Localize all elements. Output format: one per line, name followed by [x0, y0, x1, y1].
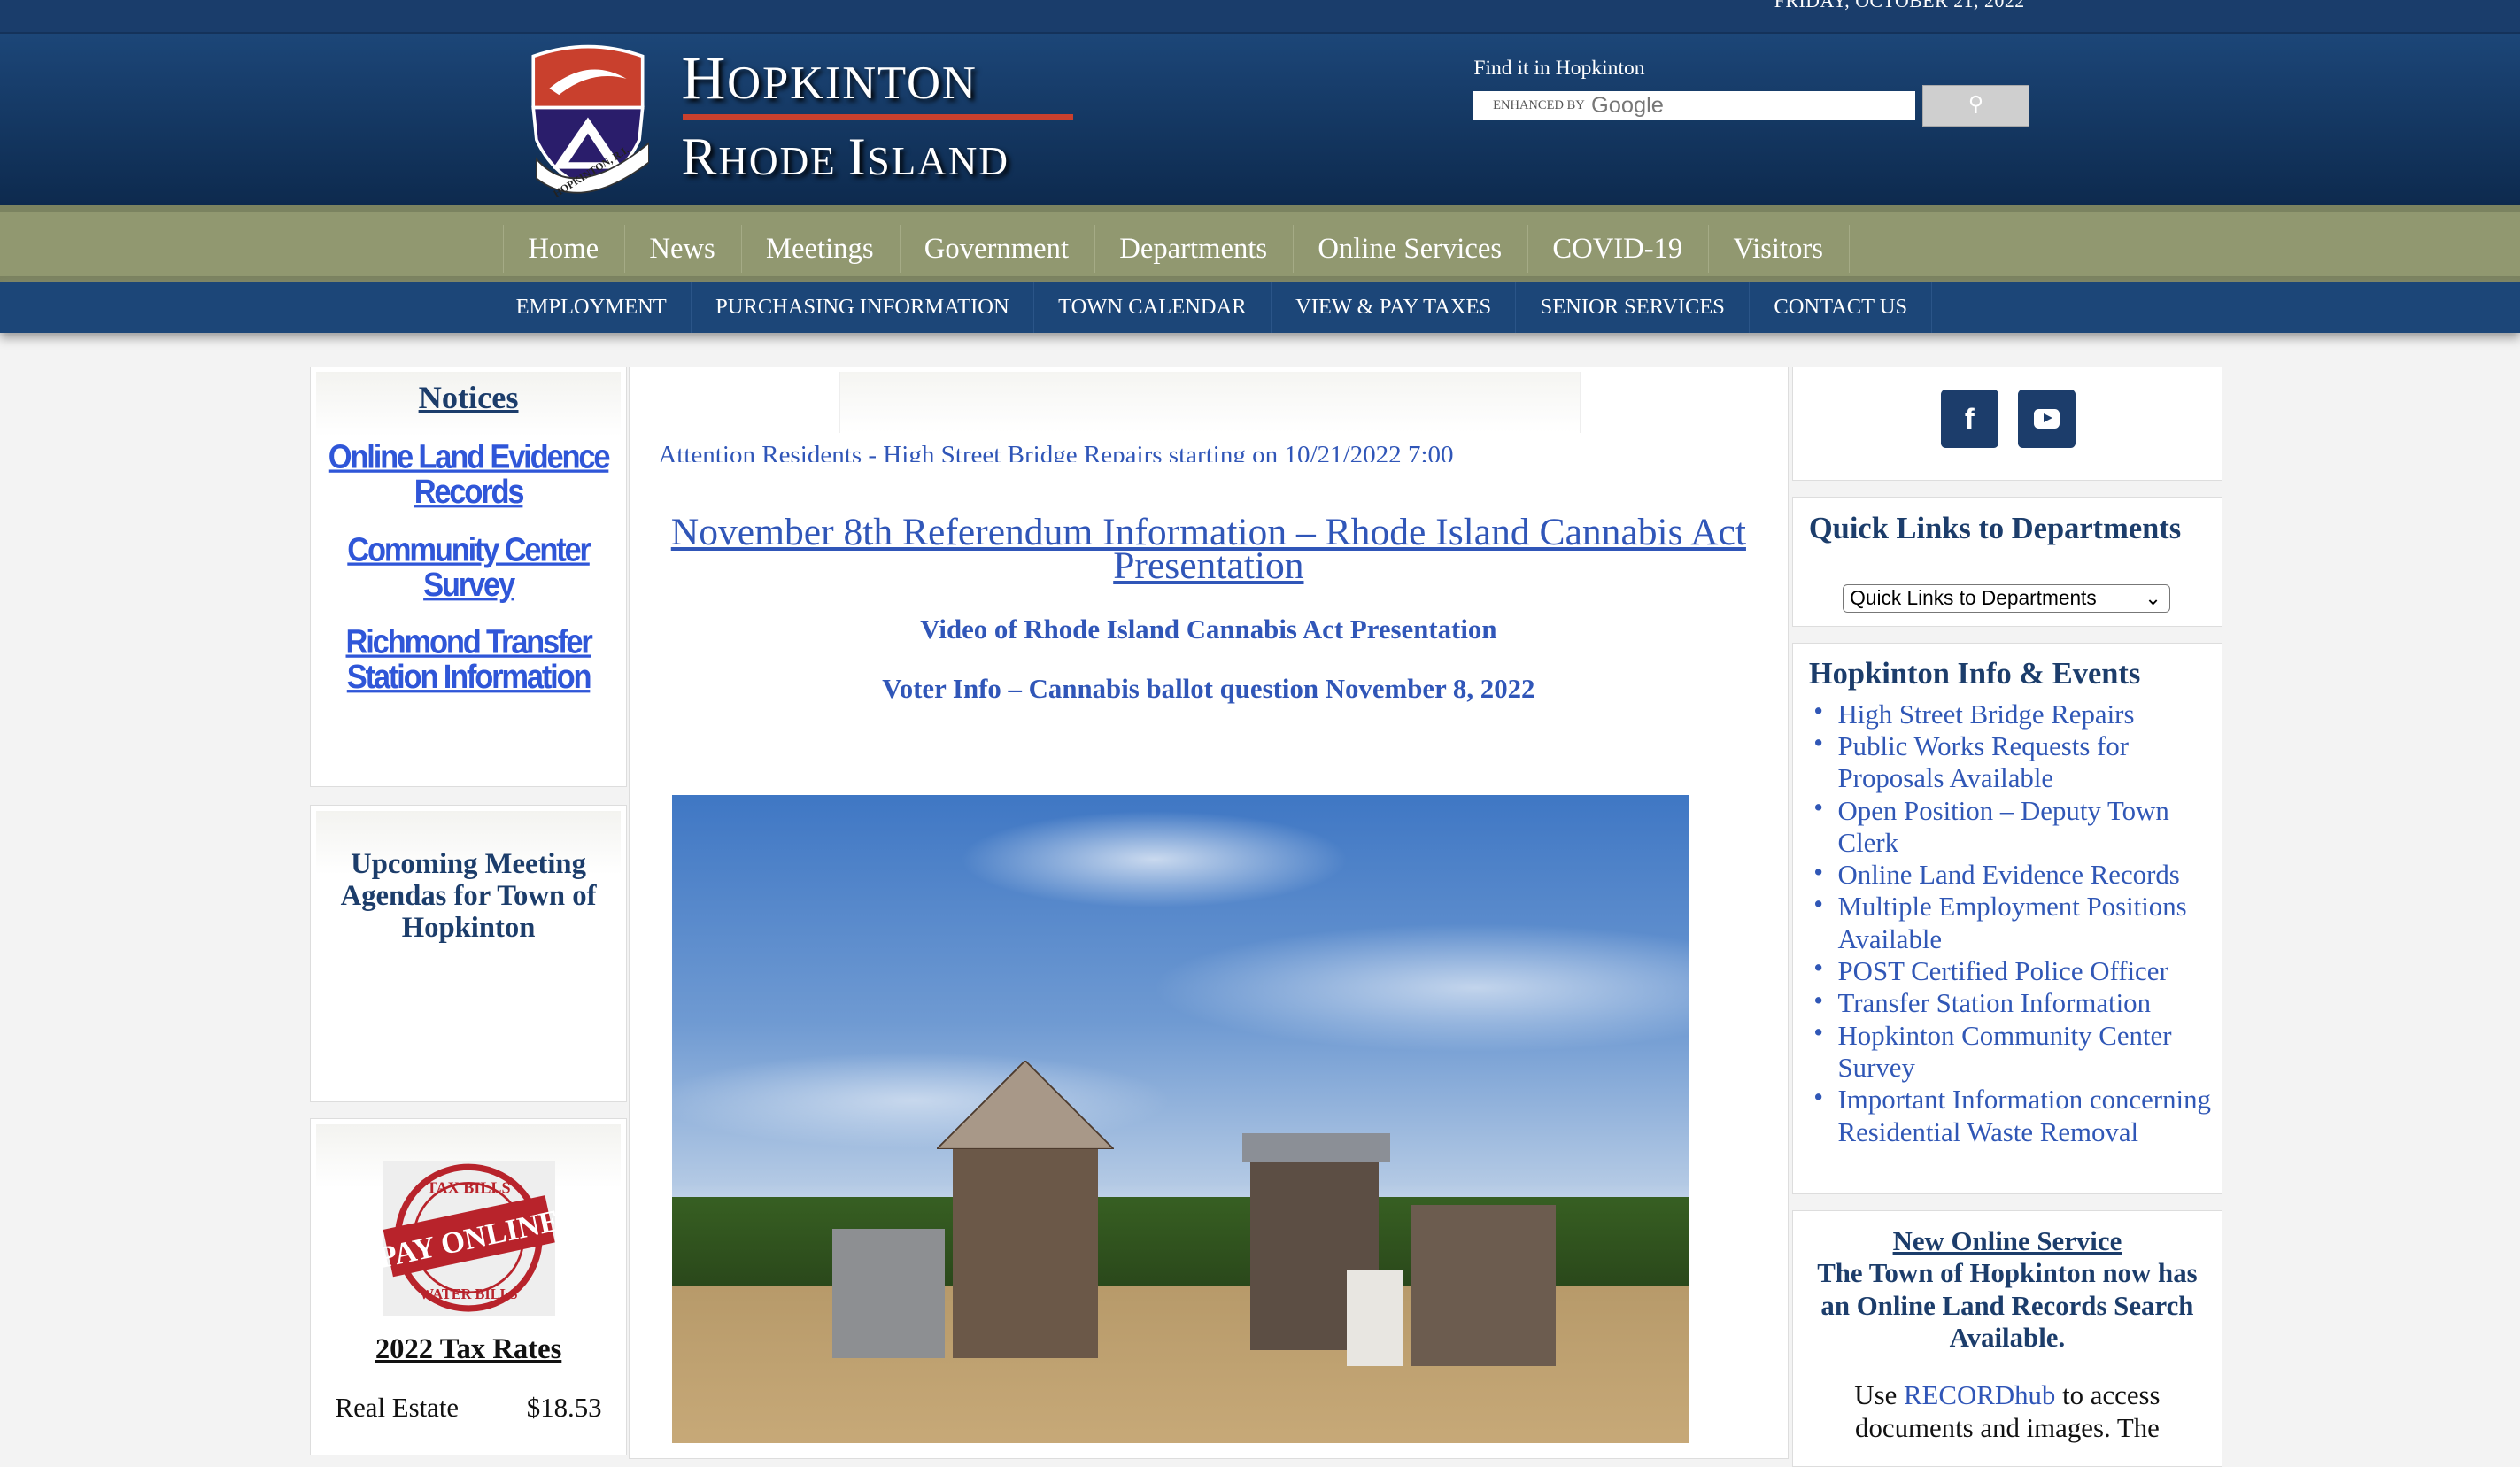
facebook-icon[interactable]: f	[1940, 390, 1999, 448]
info-event-link[interactable]: Public Works Requests for Proposals Avai…	[1811, 727, 2215, 795]
new-online-service-link[interactable]: New Online Service	[1809, 1225, 2206, 1257]
info-events-title: Hopkinton Info & Events	[1808, 656, 2141, 691]
tax-rates-title[interactable]: 2022 Tax Rates	[311, 1333, 626, 1366]
svg-text:WATER BILLS: WATER BILLS	[420, 1286, 518, 1303]
info-event-link[interactable]: Transfer Station Information	[1811, 984, 2215, 1019]
notice-link[interactable]: Community Center Survey	[321, 533, 616, 604]
nav-item-meetings[interactable]: Meetings	[740, 224, 900, 274]
tax-box: PAY ONLINE TAX BILLS WATER BILLS 2022 Ta…	[310, 1118, 627, 1456]
info-event-link[interactable]: Online Land Evidence Records	[1811, 856, 2215, 891]
notices-box: Notices Online Land Evidence Records Com…	[310, 366, 627, 788]
social-box: f	[1791, 366, 2223, 481]
service-text: Use RECORDhub to access documents and im…	[1854, 1380, 2161, 1443]
info-event-link[interactable]: Open Position – Deputy Town Clerk	[1811, 791, 2215, 860]
site-title-line1[interactable]: HOPKINTON	[682, 43, 978, 113]
chevron-down-icon: ⌄	[2145, 585, 2162, 609]
notices-title[interactable]: Notices	[419, 380, 519, 415]
search-button[interactable]: ⚲	[1921, 85, 2030, 127]
youtube-icon[interactable]	[2017, 390, 2076, 448]
sub-nav: EMPLOYMENT PURCHASING INFORMATION TOWN CAL…	[0, 282, 2520, 333]
nav-item-departments[interactable]: Departments	[1094, 224, 1293, 274]
site-title-line2[interactable]: RHODE ISLAND	[682, 127, 1009, 188]
quick-links-select[interactable]: Quick Links to Departments ⌄	[1842, 583, 2171, 614]
nav-item-covid-19[interactable]: COVID-19	[1527, 224, 1708, 274]
voter-info-link[interactable]: Voter Info – Cannabis ballot question No…	[630, 674, 1788, 705]
search-label: Find it in Hopkinton	[1473, 56, 1645, 80]
info-event-link[interactable]: Important Information concerning Residen…	[1811, 1081, 2215, 1148]
meeting-agendas-link[interactable]: Upcoming Meeting Agendas for Town of Hop…	[327, 848, 609, 945]
town-crest-logo[interactable]: HOPKINTON, R.I.	[527, 43, 650, 197]
info-event-link[interactable]: Multiple Employment Positions Available	[1811, 888, 2215, 955]
site-header: HOPKINTON, R.I. HOPKINTON RHODE ISLAND F…	[0, 34, 2520, 206]
subnav-item-contact-us[interactable]: CONTACT US	[1750, 282, 1933, 333]
search-icon: ⚲	[1967, 93, 1984, 117]
current-date: FRIDAY, OCTOBER 21, 2022	[1774, 0, 2025, 12]
quick-links-title: Quick Links to Departments	[1808, 512, 2182, 546]
info-event-link[interactable]: Hopkinton Community Center Survey	[1811, 1016, 2215, 1085]
nav-item-government[interactable]: Government	[899, 224, 1094, 274]
video-link[interactable]: Video of Rhode Island Cannabis Act Prese…	[630, 614, 1788, 645]
recordhub-link[interactable]: RECORDhub	[1904, 1380, 2055, 1410]
nav-item-visitors[interactable]: Visitors	[1708, 224, 1851, 274]
meetings-box: Upcoming Meeting Agendas for Town of Hop…	[310, 805, 627, 1103]
subnav-item-purchasing-information[interactable]: PURCHASING INFORMATION	[692, 282, 1034, 333]
playground-photo	[671, 795, 1689, 1443]
info-events-box: Hopkinton Info & Events High Street Brid…	[1791, 643, 2223, 1194]
nav-item-news[interactable]: News	[624, 224, 741, 274]
online-service-box: New Online Service The Town of Hopkinton…	[1791, 1209, 2223, 1467]
notice-link[interactable]: Online Land Evidence Records	[321, 439, 616, 510]
top-bar: FRIDAY, OCTOBER 21, 2022	[0, 0, 2520, 35]
subnav-item-view-pay-taxes[interactable]: VIEW & PAY TAXES	[1272, 282, 1517, 333]
subnav-item-town-calendar[interactable]: TOWN CALENDAR	[1034, 282, 1272, 333]
info-event-link[interactable]: High Street Bridge Repairs	[1811, 695, 2215, 730]
news-ticker[interactable]: Attention Residents - High Street Bridge…	[658, 439, 1558, 461]
subnav-item-senior-services[interactable]: SENIOR SERVICES	[1516, 282, 1751, 333]
notice-link[interactable]: Richmond Transfer Station Information	[321, 624, 616, 695]
main-nav: Home News Meetings Government Departments Onl…	[0, 205, 2520, 283]
svg-text:TAX BILLS: TAX BILLS	[427, 1179, 511, 1197]
service-description: The Town of Hopkinton now has an Online …	[1817, 1258, 2198, 1353]
tax-rate-row: Real Estate $18.53	[335, 1392, 602, 1423]
quick-links-box: Quick Links to Departments Quick Links t…	[1791, 496, 2223, 627]
pay-online-badge[interactable]: PAY ONLINE TAX BILLS WATER BILLS	[375, 1161, 562, 1316]
info-event-link[interactable]: POST Certified Police Officer	[1811, 952, 2215, 987]
nav-item-online-services[interactable]: Online Services	[1293, 224, 1527, 274]
title-divider	[683, 113, 1074, 121]
search-input[interactable]: ENHANCED BY Google	[1473, 91, 1916, 121]
subnav-item-employment[interactable]: EMPLOYMENT	[491, 282, 692, 333]
referendum-headline-link[interactable]: November 8th Referendum Information – Rh…	[642, 513, 1774, 585]
nav-item-home[interactable]: Home	[503, 224, 624, 274]
